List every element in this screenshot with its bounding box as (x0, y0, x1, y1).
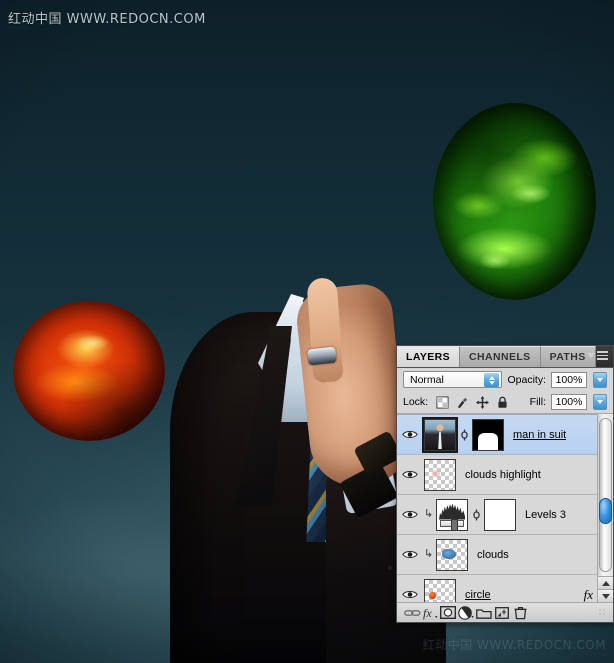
fill-label: Fill: (529, 396, 546, 408)
opacity-value[interactable]: 100% (551, 371, 587, 388)
panel-menu-icon[interactable] (587, 351, 608, 360)
layer-thumbnail-0[interactable] (422, 416, 458, 453)
link-layers-icon[interactable] (403, 605, 421, 621)
eye-icon (402, 591, 418, 598)
layer-visibility-toggle-2[interactable] (399, 509, 421, 520)
blend-mode-select[interactable]: Normal (403, 371, 503, 388)
layers-panel: LAYERS CHANNELS PATHS Normal Opacity: 10… (396, 345, 614, 623)
add-layer-style-icon[interactable]: fx (421, 605, 439, 621)
layer-thumbnail-2[interactable] (436, 498, 468, 531)
delete-layer-icon[interactable] (511, 605, 529, 621)
eye-icon (402, 431, 418, 438)
layer-visibility-toggle-3[interactable] (399, 549, 421, 560)
layer-thumbnail-1[interactable] (424, 458, 456, 491)
lock-position-icon[interactable] (476, 395, 490, 409)
svg-text:fx: fx (423, 606, 432, 620)
layers-scrollbar[interactable] (597, 414, 613, 602)
layer-name-1[interactable]: clouds highlight (459, 469, 541, 481)
watermark-top: 红动中国 WWW.REDOCN.COM (8, 12, 206, 27)
panel-resize-grip[interactable] (599, 608, 607, 617)
table-row[interactable]: ↳ clouds (397, 535, 597, 575)
layer-thumbnail-3[interactable] (436, 538, 468, 571)
eye-icon (402, 511, 418, 518)
layer-effects-icon[interactable]: fx (584, 587, 597, 603)
layers-list[interactable]: man in suit clouds highlight ↳ Levels 3 … (397, 414, 597, 602)
table-row[interactable]: man in suit (397, 415, 597, 455)
scroll-down-button[interactable] (598, 589, 613, 602)
layer-name-3[interactable]: clouds (471, 549, 509, 561)
tab-layers[interactable]: LAYERS (397, 346, 461, 367)
clipping-mask-arrow-icon: ↳ (424, 508, 434, 520)
layer-mask-thumbnail-0[interactable] (472, 418, 504, 451)
panel-tab-bar: LAYERS CHANNELS PATHS (397, 346, 613, 368)
scrollbar-knob[interactable] (599, 498, 612, 525)
lock-label: Lock: (403, 396, 429, 408)
watermark-bottom: 红动中国 WWW.REDOCN.COM (422, 638, 606, 652)
scrollbar-track[interactable] (598, 414, 613, 576)
fill-chevron-down-icon[interactable] (593, 394, 607, 410)
eye-icon (402, 551, 418, 558)
table-row[interactable]: circle fx (397, 575, 597, 602)
opacity-chevron-down-icon[interactable] (593, 371, 607, 388)
add-layer-mask-icon[interactable] (439, 605, 457, 621)
scroll-up-button[interactable] (598, 576, 613, 589)
blend-mode-value: Normal (410, 373, 444, 386)
eye-icon (402, 471, 418, 478)
table-row[interactable]: clouds highlight (397, 455, 597, 495)
layers-list-area: man in suit clouds highlight ↳ Levels 3 … (397, 414, 613, 602)
scrollbar-thumb[interactable] (599, 418, 612, 572)
new-group-icon[interactable] (475, 605, 493, 621)
blend-opacity-row: Normal Opacity: 100% (397, 368, 613, 391)
clipping-mask-arrow-icon: ↳ (424, 548, 434, 560)
layer-name-2[interactable]: Levels 3 (519, 509, 566, 521)
layers-panel-footer: fx (397, 602, 613, 622)
lock-all-icon[interactable] (496, 396, 509, 409)
new-layer-icon[interactable] (493, 605, 511, 621)
lock-transparent-pixels-icon[interactable] (436, 395, 449, 409)
lock-image-pixels-icon[interactable] (456, 396, 469, 409)
lock-fill-row: Lock: Fill: 100% (397, 391, 613, 414)
photoshop-canvas-screenshot: 红动中国 WWW.REDOCN.COM 红动中国 WWW.REDOCN.COM … (0, 0, 614, 663)
spinner-icon[interactable] (484, 373, 500, 387)
table-row[interactable]: ↳ Levels 3 (397, 495, 597, 535)
tab-channels[interactable]: CHANNELS (460, 346, 541, 367)
layer-visibility-toggle-4[interactable] (399, 589, 421, 600)
mask-link-icon[interactable] (459, 428, 469, 442)
opacity-label: Opacity: (507, 373, 546, 386)
layer-visibility-toggle-0[interactable] (399, 429, 421, 440)
layer-visibility-toggle-1[interactable] (399, 469, 421, 480)
fill-value[interactable]: 100% (551, 394, 587, 410)
mask-link-icon[interactable] (471, 508, 481, 522)
new-adjustment-layer-icon[interactable] (457, 605, 475, 621)
layer-name-4[interactable]: circle (459, 589, 491, 601)
scrollbar-arrows (598, 576, 613, 602)
layer-thumbnail-4[interactable] (424, 578, 456, 602)
layer-name-0[interactable]: man in suit (507, 429, 566, 441)
layer-mask-thumbnail-2[interactable] (484, 498, 516, 531)
